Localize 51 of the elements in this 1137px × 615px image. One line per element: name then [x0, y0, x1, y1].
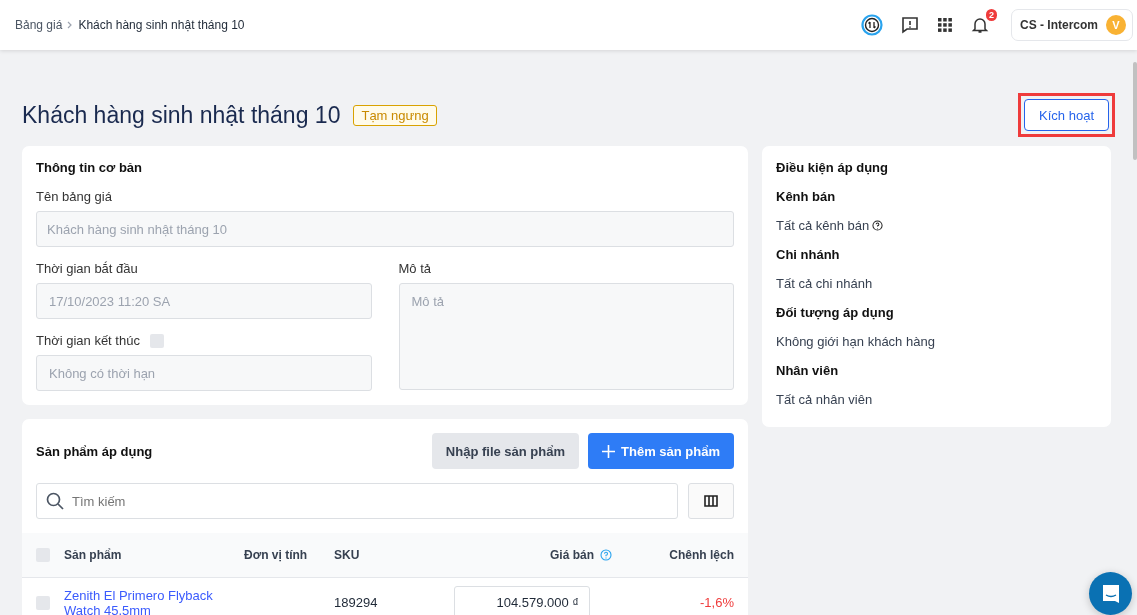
condition-heading: Nhân viên: [776, 363, 840, 378]
page-title: Khách hàng sinh nhật tháng 10: [22, 101, 341, 129]
condition-heading: Đối tượng áp dụng: [776, 305, 895, 320]
text-area[interactable]: Mô tả: [398, 283, 734, 390]
breadcrumb-link[interactable]: Bảng giá: [15, 18, 63, 32]
section-title: Sản phẩm áp dụng: [36, 443, 153, 459]
condition-value: Tất cả nhân viên: [776, 392, 873, 407]
condition-value: Không giới hạn khách hàng: [776, 334, 935, 349]
feedback-icon[interactable]: [901, 16, 919, 34]
field-label: Thời gian kết thúc: [36, 333, 140, 348]
search-field[interactable]: Tìm kiếm: [36, 483, 678, 519]
apps-grid-icon[interactable]: [937, 17, 953, 33]
checkbox[interactable]: [149, 334, 164, 348]
column-header: SKU: [334, 548, 361, 562]
price-field[interactable]: 104.579.000 ₫: [454, 586, 590, 615]
avatar: V: [1106, 15, 1126, 35]
condition-value: Tất cả chi nhánh: [776, 276, 873, 291]
field-label: Thời gian bắt đầu: [36, 261, 139, 276]
column-header: Sản phẩm: [64, 548, 123, 562]
notification-badge: 2: [985, 9, 997, 21]
sync-icon[interactable]: [861, 14, 883, 36]
columns-button[interactable]: [688, 483, 734, 519]
product-link[interactable]: Zenith El Primero Flyback Watch 45.5mm: [64, 587, 244, 615]
chat-button[interactable]: [1089, 572, 1132, 615]
table-cell-text: -1,6%: [699, 595, 734, 610]
help-icon[interactable]: [872, 220, 884, 231]
search-icon: [46, 492, 64, 510]
chevron-icon: [67, 21, 74, 29]
columns-icon: [704, 495, 718, 507]
condition-heading: Kênh bán: [776, 189, 837, 204]
add-product-button[interactable]: Thêm sản phẩm: [588, 433, 734, 469]
plus-icon: [602, 444, 616, 458]
activate-button[interactable]: Kích hoạt: [1024, 99, 1109, 131]
breadcrumb-link[interactable]: Khách hàng sinh nhật tháng 10: [78, 18, 245, 32]
bell-icon[interactable]: [971, 16, 989, 34]
section-title: Thông tin cơ bản: [36, 160, 143, 175]
condition-heading: Chi nhánh: [776, 247, 841, 262]
account-button[interactable]: CS - Intercom V: [1011, 9, 1133, 41]
section-title: Điều kiện áp dụng: [776, 160, 889, 175]
scrollbar[interactable]: [1133, 62, 1137, 160]
column-header: Giá bán: [549, 548, 594, 562]
table-cell-text: 189294: [334, 595, 379, 610]
column-header: Chênh lệch: [668, 548, 734, 562]
import-button[interactable]: Nhập file sản phẩm: [431, 433, 580, 469]
input-field[interactable]: Không có thời hạn: [36, 355, 372, 391]
condition-value: Tất cả kênh bán: [776, 218, 870, 233]
field-label: Mô tả: [398, 261, 432, 276]
status-tag: Tạm ngưng: [353, 104, 437, 126]
checkbox[interactable]: [36, 595, 50, 610]
column-header: Đơn vị tính: [244, 548, 309, 562]
field-label: Tên bảng giá: [36, 189, 113, 204]
